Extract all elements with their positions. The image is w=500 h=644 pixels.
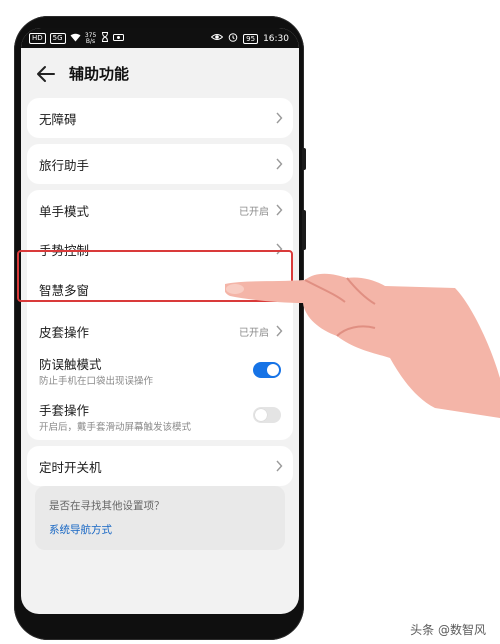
chevron-right-icon [276, 158, 283, 170]
row-label: 单手模式 [39, 204, 90, 219]
settings-card-travel: 旅行助手 [27, 144, 293, 184]
page-title: 辅助功能 [69, 65, 130, 83]
app-header: 辅助功能 [21, 48, 299, 98]
row-label: 无障碍 [39, 112, 77, 127]
network-5g-badge: 5G [49, 33, 66, 44]
suggestion-link[interactable]: 系统导航方式 [49, 522, 112, 537]
power-button [302, 210, 306, 250]
battery-indicator: 95 [243, 33, 259, 44]
settings-card-schedule: 定时开关机 [27, 446, 293, 486]
row-sublabel: 开启后，戴手套滑动屏幕触发该模式 [39, 422, 192, 433]
row-label: 手套操作 [39, 403, 90, 418]
back-arrow-icon[interactable] [35, 63, 57, 85]
status-bar: HD 5G 375 B/s 95 16:30 [21, 28, 299, 48]
status-text: 已开启 [239, 207, 269, 218]
chevron-right-icon [276, 112, 283, 124]
row-label: 防误触模式 [39, 357, 102, 372]
list-item-one-hand-mode[interactable]: 单手模式 已开启 [27, 190, 293, 230]
volume-button [302, 148, 306, 170]
pointing-hand-icon [225, 273, 500, 418]
clock-time: 16:30 [263, 33, 289, 44]
chevron-right-icon [276, 204, 283, 216]
row-label: 旅行助手 [39, 158, 90, 173]
row-label: 定时开关机 [39, 460, 102, 475]
list-item-scheduled-power[interactable]: 定时开关机 [27, 446, 293, 486]
list-item-accessibility[interactable]: 无障碍 [27, 98, 293, 138]
row-label: 皮套操作 [39, 325, 90, 340]
suggestion-box: 是否在寻找其他设置项？ 系统导航方式 [35, 486, 285, 550]
row-sublabel: 防止手机在口袋出现误操作 [39, 376, 154, 387]
network-hd-badge: HD [29, 33, 46, 44]
suggestion-question: 是否在寻找其他设置项？ [49, 500, 165, 512]
list-item-travel-assistant[interactable]: 旅行助手 [27, 144, 293, 184]
alarm-icon [228, 32, 238, 45]
chevron-right-icon [276, 460, 283, 472]
eye-comfort-icon [210, 33, 224, 44]
camera-notification-icon [112, 33, 124, 44]
watermark: 头条 @数智风 [410, 623, 486, 637]
hourglass-icon [101, 32, 109, 45]
network-speed: 375 B/s [84, 31, 97, 45]
settings-card-accessibility: 无障碍 [27, 98, 293, 138]
wifi-icon [70, 33, 81, 45]
